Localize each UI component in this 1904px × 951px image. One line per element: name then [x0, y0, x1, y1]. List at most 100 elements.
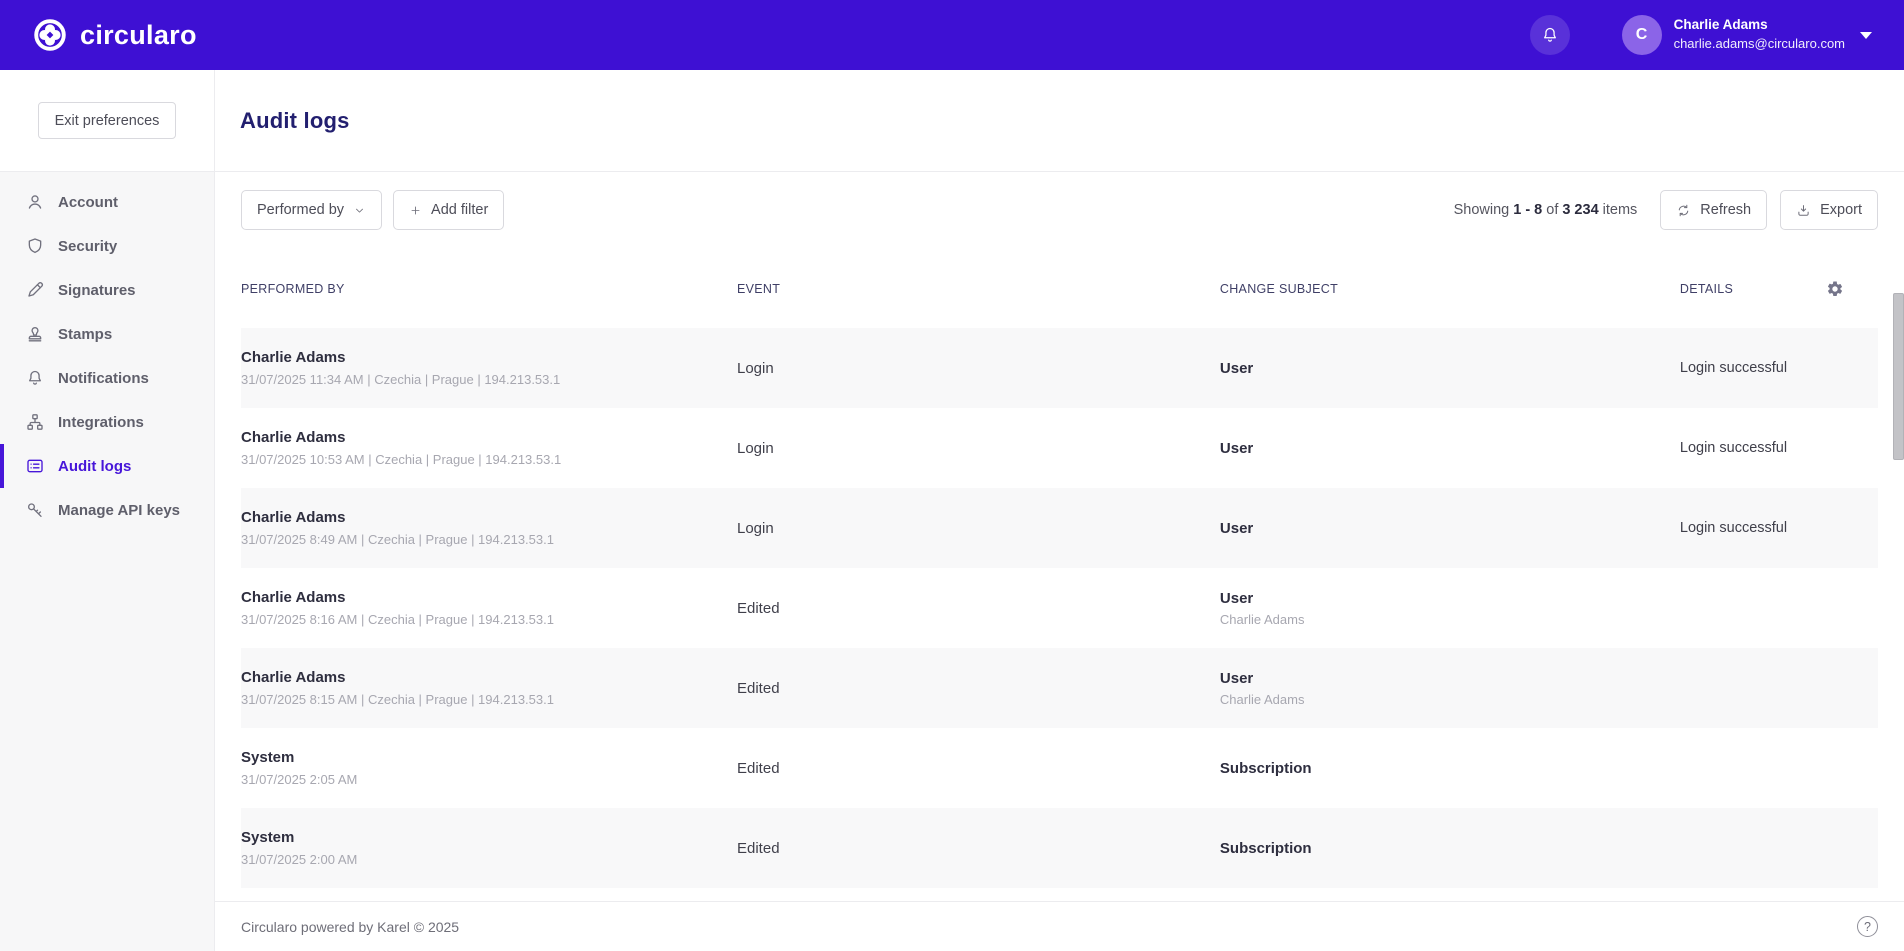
avatar: C	[1621, 15, 1662, 55]
event-cell: Edited	[737, 759, 780, 777]
table-header: PERFORMED BY EVENT CHANGE SUBJECT DETAIL…	[241, 250, 1878, 328]
brand-logo[interactable]: circularo	[33, 18, 197, 52]
performer-meta: 31/07/2025 8:49 AM | Czechia | Prague | …	[241, 532, 554, 547]
sidebar-item-manage-api-keys[interactable]: Manage API keys	[0, 488, 214, 532]
gear-icon	[1826, 280, 1844, 298]
subject-cell: User	[1219, 439, 1254, 457]
help-icon[interactable]: ?	[1857, 916, 1878, 937]
circularo-logo-icon	[33, 18, 67, 52]
refresh-button[interactable]: Refresh	[1660, 190, 1768, 230]
performer-name: Charlie Adams	[241, 509, 346, 526]
sidebar-item-label: Security	[58, 237, 118, 255]
sidebar-item-integrations[interactable]: Integrations	[0, 400, 214, 444]
subject-cell: Subscription	[1219, 759, 1312, 777]
performer-name: Charlie Adams	[241, 429, 346, 446]
sidebar-item-account[interactable]: Account	[0, 180, 214, 224]
column-header-change-subject: CHANGE SUBJECT	[1219, 282, 1339, 296]
table-settings-button[interactable]	[1826, 280, 1844, 298]
performer-name: System	[241, 749, 295, 766]
sidebar-item-signatures[interactable]: Signatures	[0, 268, 214, 312]
performer-meta: 31/07/2025 11:34 AM | Czechia | Prague |…	[241, 372, 561, 387]
table-row[interactable]: Charlie Adams 31/07/2025 8:15 AM | Czech…	[241, 648, 1878, 728]
table-row[interactable]: Charlie Adams 31/07/2025 10:53 AM | Czec…	[241, 408, 1878, 488]
refresh-icon	[1676, 203, 1691, 218]
page-header: Audit logs	[215, 70, 1904, 172]
exit-preferences-button[interactable]: Exit preferences	[37, 102, 177, 139]
sidebar-item-label: Notifications	[58, 369, 149, 387]
sidebar-menu: Account Security Signatures Stamps Notif…	[0, 172, 214, 532]
performer-meta: 31/07/2025 2:00 AM	[241, 852, 358, 867]
performer-meta: 31/07/2025 10:53 AM | Czechia | Prague |…	[241, 452, 562, 467]
top-navbar: circularo C Charlie Adams charlie.adams@…	[0, 0, 1904, 70]
shield-icon	[25, 236, 45, 256]
subject-sub: Charlie Adams	[1219, 691, 1305, 707]
export-button[interactable]: Export	[1780, 190, 1878, 230]
vertical-scrollbar-thumb[interactable]	[1893, 293, 1904, 460]
table-row[interactable]: Charlie Adams 31/07/2025 11:34 AM | Czec…	[241, 328, 1878, 408]
subject-sub: Charlie Adams	[1219, 611, 1305, 627]
user-name: Charlie Adams	[1673, 17, 1768, 33]
footer-copyright: Circularo powered by Karel © 2025	[241, 918, 460, 935]
details-cell: Login successful	[1679, 360, 1788, 376]
sidebar-item-label: Account	[58, 193, 118, 211]
chevron-down-icon	[353, 204, 366, 217]
performer-name: Charlie Adams	[241, 349, 346, 366]
performer-meta: 31/07/2025 8:16 AM | Czechia | Prague | …	[241, 612, 554, 627]
sidebar-item-stamps[interactable]: Stamps	[0, 312, 214, 356]
performer-name: Charlie Adams	[241, 589, 346, 606]
sitemap-icon	[25, 412, 45, 432]
refresh-label: Refresh	[1700, 202, 1752, 218]
user-icon	[25, 192, 45, 212]
add-filter-button[interactable]: Add filter	[393, 190, 505, 230]
sidebar-item-security[interactable]: Security	[0, 224, 214, 268]
audit-toolbar: Performed by Add filter Showing 1 - 8 of…	[241, 190, 1878, 230]
column-header-event: EVENT	[737, 282, 781, 296]
showing-count: Showing 1 - 8 of 3 234 items	[1453, 202, 1638, 218]
table-row[interactable]: System 31/07/2025 2:00 AM Edited Subscri…	[241, 808, 1878, 888]
subject-cell: User	[1219, 519, 1254, 537]
sidebar-item-label: Audit logs	[58, 457, 132, 475]
subject-cell: User	[1219, 359, 1254, 377]
subject-cell: Subscription	[1219, 839, 1312, 857]
table-row[interactable]: Charlie Adams 31/07/2025 8:49 AM | Czech…	[241, 488, 1878, 568]
plus-icon	[409, 204, 422, 217]
event-cell: Login	[737, 439, 774, 457]
event-cell: Edited	[737, 679, 780, 697]
event-cell: Login	[737, 359, 774, 377]
event-cell: Login	[737, 519, 774, 537]
sidebar-item-audit-logs[interactable]: Audit logs	[0, 444, 214, 488]
performed-by-filter-dropdown[interactable]: Performed by	[241, 190, 383, 230]
performer-name: Charlie Adams	[241, 669, 346, 686]
download-icon	[1796, 203, 1811, 218]
column-header-performed-by: PERFORMED BY	[241, 282, 345, 296]
user-menu[interactable]: C Charlie Adams charlie.adams@circularo.…	[1621, 15, 1872, 55]
event-cell: Edited	[737, 599, 780, 617]
audit-list-icon	[25, 456, 45, 476]
page-footer: Circularo powered by Karel © 2025 ?	[215, 901, 1904, 951]
notifications-button[interactable]	[1529, 15, 1570, 55]
subject-cell: User	[1219, 669, 1254, 687]
brand-name: circularo	[80, 19, 197, 50]
performer-name: System	[241, 829, 295, 846]
export-label: Export	[1820, 202, 1862, 218]
performer-meta: 31/07/2025 8:15 AM | Czechia | Prague | …	[241, 692, 554, 707]
subject-cell: User	[1219, 589, 1254, 607]
sidebar-item-notifications[interactable]: Notifications	[0, 356, 214, 400]
sidebar-item-label: Stamps	[58, 325, 113, 343]
details-cell: Login successful	[1679, 520, 1788, 536]
event-cell: Edited	[737, 839, 780, 857]
table-row[interactable]: System 31/07/2025 2:05 AM Edited Subscri…	[241, 728, 1878, 808]
performed-by-label: Performed by	[257, 202, 345, 218]
caret-down-icon	[1860, 31, 1872, 39]
page-title: Audit logs	[240, 107, 350, 133]
key-icon	[25, 500, 45, 520]
details-cell: Login successful	[1679, 440, 1788, 456]
column-header-details: DETAILS	[1679, 282, 1734, 296]
preferences-sidebar: Exit preferences Account Security Signat…	[0, 70, 215, 951]
bell-icon	[1540, 25, 1560, 45]
table-row[interactable]: Charlie Adams 31/07/2025 8:16 AM | Czech…	[241, 568, 1878, 648]
sidebar-item-label: Signatures	[58, 281, 136, 299]
user-email: charlie.adams@circularo.com	[1673, 36, 1845, 52]
stamp-icon	[25, 324, 45, 344]
performer-meta: 31/07/2025 2:05 AM	[241, 772, 358, 787]
